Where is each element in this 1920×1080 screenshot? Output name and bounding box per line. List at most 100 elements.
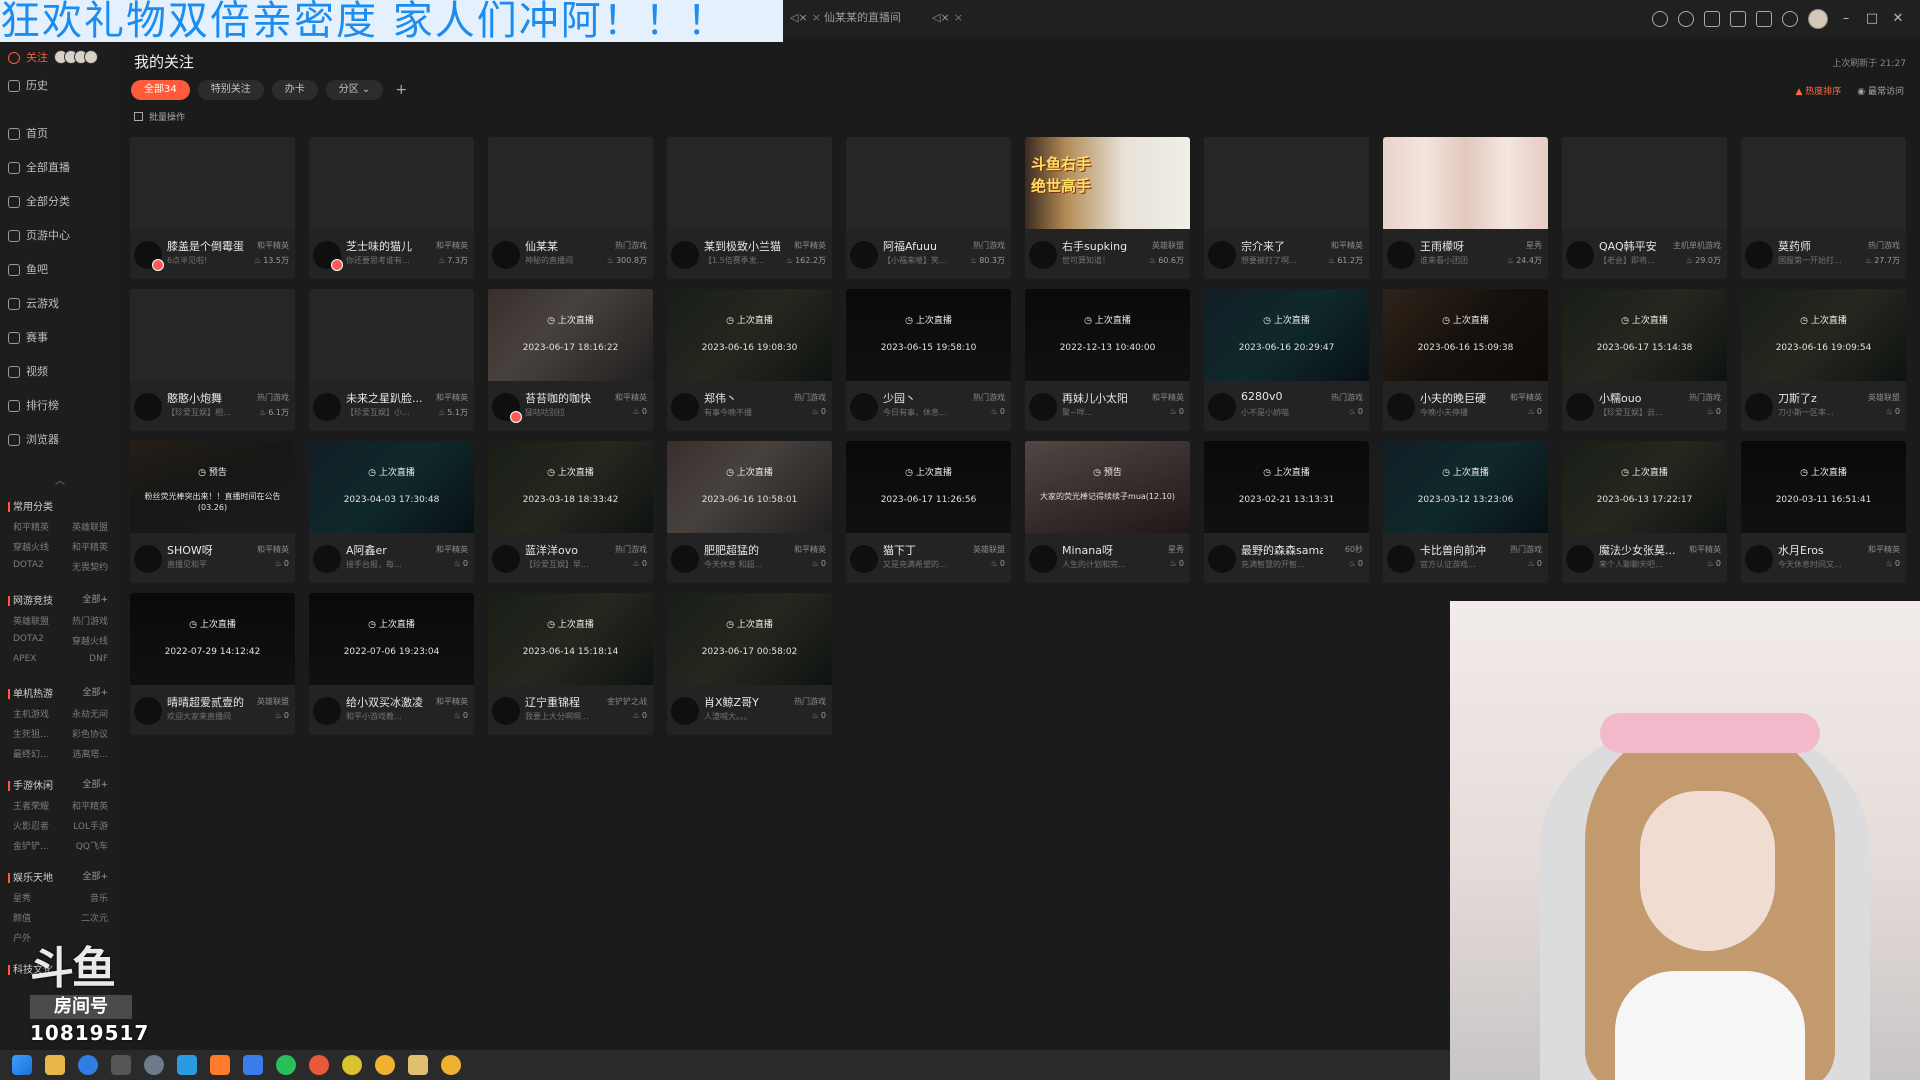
category-more-link[interactable]: 全部+ — [82, 869, 108, 884]
stream-thumbnail[interactable] — [1383, 137, 1548, 229]
streamer-avatar[interactable] — [1029, 545, 1057, 573]
streamer-name[interactable]: 仙某某 — [525, 238, 607, 254]
streamer-avatar[interactable] — [1387, 545, 1415, 573]
streamer-avatar[interactable] — [1029, 241, 1057, 269]
collapse-chevron-icon[interactable]: ︿ — [8, 472, 112, 487]
app-icon[interactable] — [342, 1055, 362, 1075]
category-item[interactable]: DOTA2 — [13, 634, 61, 647]
app-icon[interactable] — [243, 1055, 263, 1075]
streamer-avatar[interactable] — [492, 545, 520, 573]
stream-thumbnail[interactable] — [130, 289, 295, 381]
stream-thumbnail[interactable]: 上次直播 2022-12-13 10:40:00 — [1025, 289, 1190, 381]
sidebar-item[interactable]: 赛事 — [8, 328, 48, 348]
streamer-avatar[interactable] — [492, 393, 522, 423]
streamer-avatar[interactable] — [1208, 241, 1236, 269]
category-item[interactable]: APEX — [13, 654, 61, 664]
stream-thumbnail[interactable]: 上次直播 2023-06-17 15:14:38 — [1562, 289, 1727, 381]
streamer-avatar[interactable] — [313, 241, 343, 271]
category-item[interactable]: 和平精英 — [13, 520, 61, 533]
category-item[interactable]: 无畏契约 — [61, 560, 108, 573]
filter-zone-dropdown[interactable]: 分区 ⌄ — [325, 80, 384, 100]
streamer-name[interactable]: 小糯ouo — [1599, 390, 1681, 406]
history-icon[interactable] — [1652, 11, 1668, 27]
category-header[interactable]: 网游竞技 全部+ — [8, 592, 108, 607]
sidebar-item[interactable]: 浏览器 — [8, 430, 59, 450]
streamer-card[interactable]: 上次直播 2023-06-16 15:09:38 小夫的晚巨硬和平精英今晚小夫停播 ♨… — [1383, 289, 1548, 431]
windows-start-icon[interactable] — [12, 1055, 32, 1075]
streamer-avatar[interactable] — [1387, 393, 1415, 421]
streamer-name[interactable]: 辽宁重锦程 — [525, 694, 607, 710]
category-item[interactable]: 生死狙... — [13, 727, 61, 740]
wechat-icon[interactable] — [276, 1055, 296, 1075]
streamer-card[interactable]: 宗介来了 和平精英 想要被打了啊... ♨ 61.2万 — [1204, 137, 1369, 279]
category-item[interactable]: 音乐 — [61, 891, 108, 904]
stream-thumbnail[interactable] — [130, 137, 295, 229]
streamer-name[interactable]: 少园丶 — [883, 390, 965, 406]
streamer-avatar[interactable] — [313, 393, 341, 421]
streamer-name[interactable]: 再妹儿小太阳 — [1062, 390, 1144, 406]
stream-thumbnail[interactable] — [846, 137, 1011, 229]
stream-thumbnail[interactable]: 上次直播 2023-06-17 11:26:56 — [846, 441, 1011, 533]
followed-avatars[interactable] — [54, 50, 98, 64]
streamer-avatar[interactable] — [850, 393, 878, 421]
streamer-avatar[interactable] — [313, 545, 341, 573]
streamer-name[interactable]: 最野的森森sama — [1241, 542, 1323, 558]
category-more-link[interactable]: 全部+ — [82, 592, 108, 607]
category-item[interactable]: DOTA2 — [13, 560, 61, 573]
app-icon[interactable] — [111, 1055, 131, 1075]
streamer-card[interactable]: 上次直播 2022-07-06 19:23:04 给小双买冰激凌和平精英和平小游戏教… — [309, 593, 474, 735]
streamer-name[interactable]: 宗介来了 — [1241, 238, 1323, 254]
streamer-avatar[interactable] — [1208, 545, 1236, 573]
streamer-card[interactable]: 预告大家的荧光棒记得续续子mua(12.10) Minana呀 星秀人生的计划和完.… — [1025, 441, 1190, 583]
streamer-card[interactable]: 上次直播 2023-02-21 13:13:31 最野的森森sama 60秒充满智慧的… — [1204, 441, 1369, 583]
streamer-card[interactable]: 莫药师 热门游戏 国服第一开始打... ♨ 27.7万 — [1741, 137, 1906, 279]
category-item[interactable]: 颜值 — [13, 911, 61, 924]
settings-icon[interactable] — [1782, 11, 1798, 27]
streamer-card[interactable]: 某到极致小兰猫 和平精英 【1.5倍赛季发... ♨ 162.2万 — [667, 137, 832, 279]
streamer-name[interactable]: 某到极致小兰猫 — [704, 238, 786, 254]
streamer-name[interactable]: 晴晴超爱贰壹的 — [167, 694, 249, 710]
stream-thumbnail[interactable]: 上次直播 2023-03-18 18:33:42 — [488, 441, 653, 533]
streamer-card[interactable]: 上次直播 2023-06-17 11:26:56 猫下丁英雄联盟又是充满希望的...… — [846, 441, 1011, 583]
streamer-name[interactable]: 王雨檬呀 — [1420, 238, 1502, 254]
app-icon[interactable] — [408, 1055, 428, 1075]
category-item[interactable]: 英雄联盟 — [61, 520, 108, 533]
stream-thumbnail[interactable] — [488, 137, 653, 229]
stream-thumbnail[interactable] — [1025, 137, 1190, 229]
stream-thumbnail[interactable]: 上次直播 2023-06-16 20:29:47 — [1204, 289, 1369, 381]
category-header[interactable]: 娱乐天地 全部+ — [8, 869, 108, 884]
streamer-avatar[interactable] — [134, 545, 162, 573]
batch-operation-button[interactable]: 批量操作 — [134, 110, 185, 123]
filter-all[interactable]: 全部34 — [131, 80, 190, 100]
app-icon[interactable] — [309, 1055, 329, 1075]
heart-icon[interactable] — [1678, 11, 1694, 27]
category-item[interactable]: DNF — [61, 654, 108, 664]
streamer-card[interactable]: 上次直播 2023-06-17 15:14:38 小糯ouo 热门游戏【珍爱互娱】云.… — [1562, 289, 1727, 431]
streamer-card[interactable]: 上次直播 2023-06-15 19:58:10 少园丶热门游戏今日有事，休息...… — [846, 289, 1011, 431]
sidebar-item[interactable]: 鱼吧 — [8, 260, 48, 280]
streamer-name[interactable]: 右手supking — [1062, 238, 1144, 254]
window-tab-controls[interactable]: ◁× × — [932, 8, 963, 28]
stream-thumbnail[interactable]: 上次直播 2022-07-29 14:12:42 — [130, 593, 295, 685]
streamer-avatar[interactable] — [1745, 393, 1773, 421]
close-icon[interactable]: ✕ — [1890, 11, 1906, 27]
category-item[interactable]: 二次元 — [61, 911, 108, 924]
category-item[interactable]: 永劫无间 — [61, 707, 108, 720]
sidebar-item-follow[interactable]: 关注 — [8, 48, 48, 68]
settings-app-icon[interactable] — [144, 1055, 164, 1075]
streamer-card[interactable]: 未来之星趴脸... 和平精英 【珍爱互娱】小... ♨ 5.1万 — [309, 289, 474, 431]
close-tab-icon[interactable]: × — [812, 11, 821, 24]
streamer-card[interactable]: 上次直播 2023-06-17 00:58:02 肖X鲸Z哥Y 热门游戏人渣喊大。。。… — [667, 593, 832, 735]
streamer-name[interactable]: 给小双买冰激凌 — [346, 694, 428, 710]
streamer-card[interactable]: 上次直播 2023-03-18 18:33:42 蓝洋洋ovo 热门游戏【珍爱互娱】早… — [488, 441, 653, 583]
streamer-card[interactable]: 预告粉丝荧光棒突出来！！直播时间在公告(03.26) SHOW呀和平精英直播见和平… — [130, 441, 295, 583]
streamer-avatar[interactable] — [671, 697, 699, 725]
sidebar-item[interactable]: 首页 — [8, 124, 48, 144]
stream-thumbnail[interactable]: 上次直播 2023-06-16 19:09:54 — [1741, 289, 1906, 381]
category-item[interactable]: 火影忍者 — [13, 819, 61, 832]
stream-thumbnail[interactable]: 上次直播 2023-06-16 15:09:38 — [1383, 289, 1548, 381]
category-item[interactable]: 穿越火线 — [61, 634, 108, 647]
add-group-button[interactable]: + — [391, 80, 411, 100]
message-icon[interactable] — [1756, 11, 1772, 27]
category-item[interactable]: 星秀 — [13, 891, 61, 904]
